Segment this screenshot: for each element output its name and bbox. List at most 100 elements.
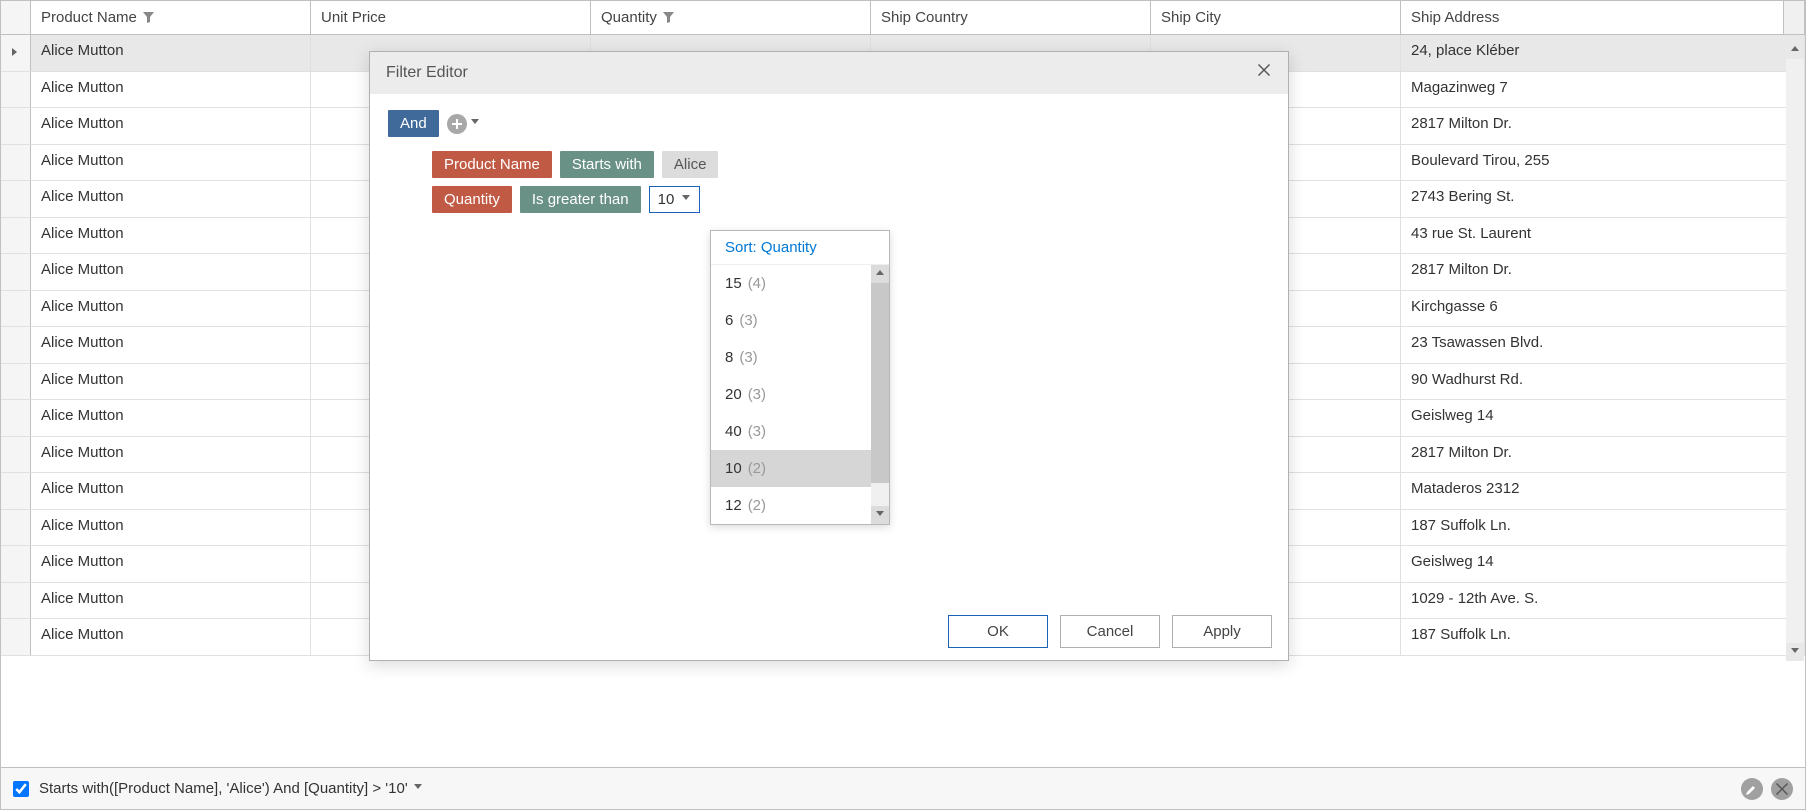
cell-addr[interactable]: 24, place Kléber <box>1401 35 1805 71</box>
dropdown-count: (4) <box>748 275 766 292</box>
dropdown-value: 8 <box>725 349 733 366</box>
filter-icon[interactable] <box>663 12 674 23</box>
clear-filter-button[interactable] <box>1771 778 1793 800</box>
cell-addr[interactable]: 43 rue St. Laurent <box>1401 218 1805 254</box>
cell-addr[interactable]: 23 Tsawassen Blvd. <box>1401 327 1805 363</box>
dropdown-count: (3) <box>739 312 757 329</box>
scroll-track[interactable] <box>1786 59 1804 643</box>
dropdown-scrollbar[interactable] <box>871 265 889 524</box>
filter-expression[interactable]: Starts with([Product Name], 'Alice') And… <box>39 780 423 797</box>
dropdown-item[interactable]: 15(4) <box>711 265 871 302</box>
scroll-thumb[interactable] <box>871 283 889 483</box>
current-row-icon <box>12 48 20 58</box>
cell-product[interactable]: Alice Mutton <box>31 364 311 400</box>
cell-product[interactable]: Alice Mutton <box>31 254 311 290</box>
cell-product[interactable]: Alice Mutton <box>31 72 311 108</box>
add-condition-button[interactable] <box>447 114 480 134</box>
ok-button[interactable]: OK <box>948 615 1048 648</box>
column-label: Quantity <box>601 9 657 26</box>
column-label: Ship City <box>1161 9 1221 26</box>
cell-product[interactable]: Alice Mutton <box>31 181 311 217</box>
cell-product[interactable]: Alice Mutton <box>31 327 311 363</box>
dropdown-item[interactable]: 6(3) <box>711 302 871 339</box>
condition-operator[interactable]: Starts with <box>560 151 654 178</box>
condition-value-editor[interactable]: 10 <box>649 186 701 213</box>
cell-product[interactable]: Alice Mutton <box>31 437 311 473</box>
dropdown-item[interactable]: 12(2) <box>711 487 871 524</box>
vertical-scrollbar[interactable] <box>1786 41 1804 661</box>
cell-product[interactable]: Alice Mutton <box>31 619 311 655</box>
cell-product[interactable]: Alice Mutton <box>31 218 311 254</box>
filter-icon[interactable] <box>143 12 154 23</box>
cell-product[interactable]: Alice Mutton <box>31 35 311 71</box>
cell-product[interactable]: Alice Mutton <box>31 510 311 546</box>
cell-addr[interactable]: 2817 Milton Dr. <box>1401 437 1805 473</box>
edit-filter-button[interactable] <box>1741 778 1763 800</box>
row-indicator <box>1 437 31 473</box>
dropdown-item[interactable]: 40(3) <box>711 413 871 450</box>
cell-product[interactable]: Alice Mutton <box>31 108 311 144</box>
cell-product[interactable]: Alice Mutton <box>31 583 311 619</box>
column-header-address[interactable]: Ship Address <box>1401 1 1784 34</box>
condition-operator[interactable]: Is greater than <box>520 186 641 213</box>
column-header-quantity[interactable]: Quantity <box>591 1 871 34</box>
filter-enabled-checkbox[interactable] <box>13 781 29 797</box>
apply-button[interactable]: Apply <box>1172 615 1272 648</box>
scroll-up-arrow[interactable] <box>871 265 889 283</box>
cell-addr[interactable]: 187 Suffolk Ln. <box>1401 510 1805 546</box>
cell-addr[interactable]: Mataderos 2312 <box>1401 473 1805 509</box>
dropdown-item[interactable]: 20(3) <box>711 376 871 413</box>
row-indicator-header <box>1 1 31 34</box>
row-indicator <box>1 510 31 546</box>
row-indicator <box>1 583 31 619</box>
cell-product[interactable]: Alice Mutton <box>31 400 311 436</box>
cell-addr[interactable]: Boulevard Tirou, 255 <box>1401 145 1805 181</box>
cell-addr[interactable]: Magazinweg 7 <box>1401 72 1805 108</box>
dropdown-count: (3) <box>748 423 766 440</box>
condition-value[interactable]: Alice <box>662 151 719 178</box>
scroll-down-arrow[interactable] <box>871 506 889 524</box>
cell-product[interactable]: Alice Mutton <box>31 291 311 327</box>
chevron-down-icon <box>682 195 691 204</box>
dialog-close-button[interactable] <box>1258 64 1272 82</box>
condition-field[interactable]: Quantity <box>432 186 512 213</box>
filter-condition-row: Product Name Starts with Alice <box>432 151 1270 178</box>
column-header-product[interactable]: Product Name <box>31 1 311 34</box>
cell-addr[interactable]: 1029 - 12th Ave. S. <box>1401 583 1805 619</box>
column-label: Ship Address <box>1411 9 1499 26</box>
scroll-down-arrow[interactable] <box>1786 643 1804 661</box>
chevron-down-icon <box>471 119 480 128</box>
dropdown-item[interactable]: 10 (2) <box>711 450 871 487</box>
scroll-up-arrow[interactable] <box>1786 41 1804 59</box>
cell-addr[interactable]: 90 Wadhurst Rd. <box>1401 364 1805 400</box>
row-indicator <box>1 108 31 144</box>
cell-addr[interactable]: Geislweg 14 <box>1401 400 1805 436</box>
row-indicator <box>1 364 31 400</box>
cell-product[interactable]: Alice Mutton <box>31 145 311 181</box>
column-header-city[interactable]: Ship City <box>1151 1 1401 34</box>
group-operator[interactable]: And <box>388 110 439 137</box>
cell-addr[interactable]: Kirchgasse 6 <box>1401 291 1805 327</box>
value-text: 10 <box>658 191 675 208</box>
dropdown-value: 10 <box>725 460 742 477</box>
cell-addr[interactable]: 2743 Bering St. <box>1401 181 1805 217</box>
filter-panel: Starts with([Product Name], 'Alice') And… <box>1 767 1805 809</box>
cell-addr[interactable]: 2817 Milton Dr. <box>1401 108 1805 144</box>
row-indicator <box>1 35 31 71</box>
filter-editor-dialog: Filter Editor And Product Name Starts wi… <box>369 51 1289 661</box>
condition-field[interactable]: Product Name <box>432 151 552 178</box>
cell-addr[interactable]: 187 Suffolk Ln. <box>1401 619 1805 655</box>
dialog-footer: OK Cancel Apply <box>370 603 1288 660</box>
column-header-country[interactable]: Ship Country <box>871 1 1151 34</box>
dropdown-count: (2) <box>748 460 766 477</box>
dropdown-item[interactable]: 8(3) <box>711 339 871 376</box>
row-indicator <box>1 291 31 327</box>
column-header-price[interactable]: Unit Price <box>311 1 591 34</box>
cell-product[interactable]: Alice Mutton <box>31 473 311 509</box>
filter-root-group: And <box>388 110 1270 137</box>
cancel-button[interactable]: Cancel <box>1060 615 1160 648</box>
cell-product[interactable]: Alice Mutton <box>31 546 311 582</box>
dropdown-sort-header[interactable]: Sort: Quantity <box>711 231 889 265</box>
cell-addr[interactable]: Geislweg 14 <box>1401 546 1805 582</box>
cell-addr[interactable]: 2817 Milton Dr. <box>1401 254 1805 290</box>
